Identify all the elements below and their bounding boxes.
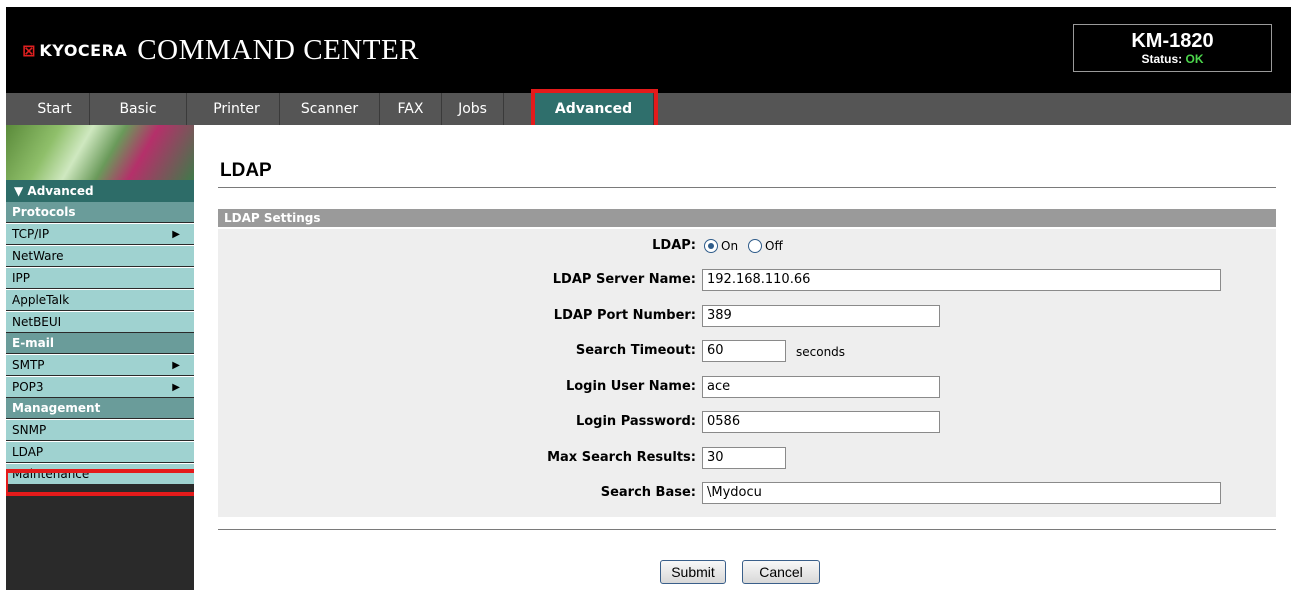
sidebar-item-label: SMTP: [12, 358, 45, 372]
sidebar-item-netbeui[interactable]: NetBEUI: [6, 311, 194, 332]
timeout-unit-label: seconds: [796, 345, 846, 359]
max-search-results-input[interactable]: 30: [702, 447, 786, 469]
sidebar-banner-image: [6, 125, 194, 180]
main-tab-bar: Start Basic Printer Scanner FAX Jobs Adv…: [6, 93, 1291, 125]
max-results-label: Max Search Results:: [547, 450, 696, 465]
tab-start[interactable]: Start: [20, 93, 90, 125]
sidebar-section-protocols: Protocols: [6, 202, 194, 222]
sidebar-item-snmp[interactable]: SNMP: [6, 419, 194, 440]
tab-basic[interactable]: Basic: [90, 93, 187, 125]
ldap-off-label: Off: [765, 239, 783, 253]
ldap-settings-form: LDAP: LDAP Server Name: LDAP Port Number…: [218, 229, 1276, 517]
login-user-label: Login User Name:: [565, 379, 696, 394]
status-value: OK: [1185, 52, 1204, 66]
tab-jobs[interactable]: Jobs: [442, 93, 504, 125]
sidebar-item-appletalk[interactable]: AppleTalk: [6, 289, 194, 310]
app-frame: ⊠ KYOCERA COMMAND CENTER KM-1820 Status:…: [6, 7, 1291, 590]
page-title: LDAP: [220, 160, 272, 181]
ldap-port-number-input[interactable]: 389: [702, 305, 940, 327]
form-labels: LDAP: LDAP Server Name: LDAP Port Number…: [218, 229, 696, 517]
search-timeout-label: Search Timeout:: [575, 343, 696, 358]
port-number-label: LDAP Port Number:: [553, 308, 696, 323]
submenu-arrow-icon: ▶: [172, 360, 180, 371]
sidebar-section-management: Management: [6, 398, 194, 418]
tab-scanner[interactable]: Scanner: [280, 93, 380, 125]
search-base-label: Search Base:: [600, 485, 696, 500]
server-name-label: LDAP Server Name:: [552, 272, 696, 287]
ldap-on-label: On: [721, 239, 739, 253]
sidebar: ▼ Advanced Protocols TCP/IP ▶ NetWare IP…: [6, 125, 194, 590]
ldap-off-radio[interactable]: [748, 239, 762, 253]
sidebar-item-pop3[interactable]: POP3 ▶: [6, 376, 194, 397]
sidebar-item-maintenance[interactable]: Maintenance: [6, 463, 194, 484]
tab-advanced[interactable]: Advanced: [534, 93, 654, 125]
sidebar-item-netware[interactable]: NetWare: [6, 245, 194, 266]
search-timeout-input[interactable]: 60: [702, 340, 786, 362]
submenu-arrow-icon: ▶: [172, 229, 180, 240]
kyocera-logo-icon: ⊠: [22, 41, 36, 60]
header: ⊠ KYOCERA COMMAND CENTER KM-1820 Status:…: [6, 7, 1291, 87]
product-name: COMMAND CENTER: [137, 34, 420, 66]
tab-printer[interactable]: Printer: [194, 93, 280, 125]
tab-fax[interactable]: FAX: [380, 93, 442, 125]
login-password-input[interactable]: 0586: [702, 411, 940, 433]
section-header: LDAP Settings: [218, 209, 1276, 227]
brand-logo: ⊠ KYOCERA COMMAND CENTER: [22, 34, 419, 67]
sidebar-item-smtp[interactable]: SMTP ▶: [6, 354, 194, 375]
submit-button[interactable]: Submit: [660, 560, 726, 584]
sidebar-item-ldap[interactable]: LDAP: [6, 441, 194, 462]
sidebar-section-email: E-mail: [6, 333, 194, 353]
form-bottom-divider: [218, 529, 1276, 530]
login-user-name-input[interactable]: ace: [702, 376, 940, 398]
submenu-arrow-icon: ▶: [172, 382, 180, 393]
sidebar-item-label: POP3: [12, 380, 44, 394]
device-status: Status: OK: [1074, 52, 1271, 66]
brand-name: KYOCERA: [39, 41, 128, 60]
ldap-label: LDAP:: [652, 238, 696, 253]
ldap-on-radio[interactable]: [704, 239, 718, 253]
login-password-label: Login Password:: [575, 414, 696, 429]
sidebar-item-ipp[interactable]: IPP: [6, 267, 194, 288]
status-label: Status:: [1141, 52, 1183, 66]
ldap-server-name-input[interactable]: 192.168.110.66: [702, 269, 1221, 291]
main-content: LDAP LDAP Settings LDAP: LDAP Server Nam…: [194, 125, 1291, 590]
sidebar-group-advanced[interactable]: ▼ Advanced: [6, 180, 194, 202]
sidebar-item-tcpip[interactable]: TCP/IP ▶: [6, 223, 194, 244]
device-status-box: KM-1820 Status: OK: [1073, 24, 1272, 72]
search-base-input[interactable]: \Mydocu: [702, 482, 1221, 504]
sidebar-item-label: TCP/IP: [12, 227, 50, 241]
device-model: KM-1820: [1131, 30, 1214, 52]
cancel-button[interactable]: Cancel: [742, 560, 820, 584]
title-divider: [218, 187, 1276, 188]
